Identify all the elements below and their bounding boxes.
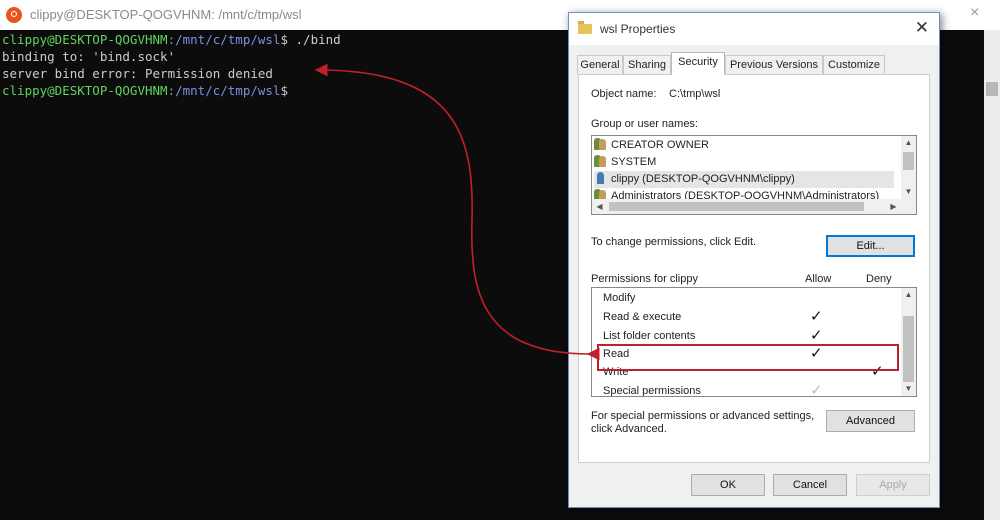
tab-security[interactable]: Security [671, 52, 725, 75]
annotation-curve [314, 63, 600, 361]
annotation-arrow [314, 63, 600, 361]
